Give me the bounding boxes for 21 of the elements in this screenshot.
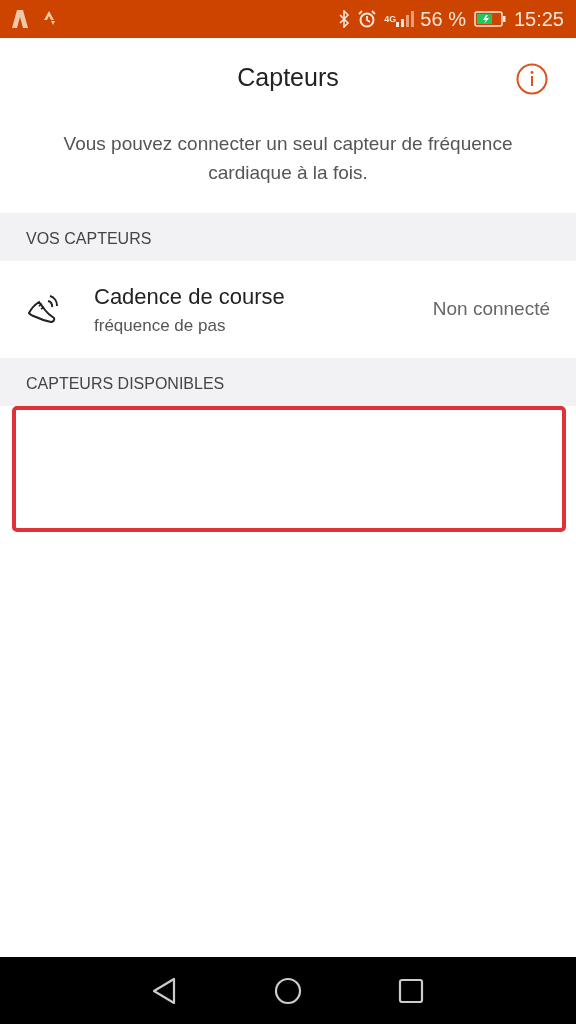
home-icon[interactable] [274,976,302,1005]
info-icon[interactable] [516,63,548,95]
page-title: Capteurs [237,62,339,94]
bluetooth-icon [338,10,351,28]
recent-apps-icon[interactable] [398,977,424,1004]
back-icon[interactable] [152,976,178,1005]
clock: 15:25 [513,7,564,32]
network-label: 4G [384,14,397,24]
alarm-icon [358,10,377,28]
signal-icon [396,10,417,28]
battery-percent: 56 % [420,7,466,32]
connection-status: Non connecté [432,297,550,322]
sensor-row[interactable]: Cadence de course fréquence de pas Non connecté [0,261,576,358]
activity-icon [44,11,56,27]
description: Vous pouvez connecter un seul capteur de fréquence cardiaque à la fois. [62,132,514,185]
section-header: CAPTEURS DISPONIBLES [0,358,576,406]
app-logo-icon [12,9,28,29]
sensor-subtitle: fréquence de pas [94,315,227,338]
section-header: VOS CAPTEURS [0,213,576,261]
sensor-name: Cadence de course [94,283,286,312]
battery-icon [473,11,506,27]
